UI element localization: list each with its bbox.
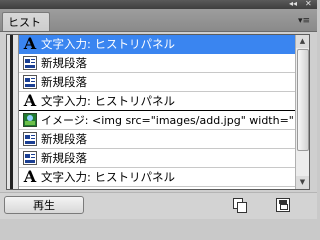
paragraph-icon — [23, 75, 37, 89]
history-item-label: 文字入力: ヒストリパネル — [41, 37, 176, 51]
panel-tab-row: ヒストリ ▾≡ — [0, 9, 317, 48]
history-slider-track[interactable] — [7, 35, 19, 189]
history-item-label: 文字入力: ヒストリパネル — [41, 170, 176, 184]
collapse-icon[interactable]: ◂◂ — [289, 0, 297, 9]
panel-menu-icon[interactable]: ▾≡ — [297, 15, 311, 27]
scroll-up-icon[interactable]: ▲ — [296, 35, 309, 48]
paragraph-icon — [23, 56, 37, 70]
history-panel: ◂◂ ✕ ヒストリ ▾≡ A 文字入力: ヒストリパネル 新規段落 新規段落 A — [0, 0, 317, 219]
type-tool-icon: A — [23, 168, 37, 186]
tab-history[interactable]: ヒストリ — [2, 12, 50, 48]
panel-title-bar: ◂◂ ✕ — [0, 0, 317, 9]
history-item-label: イメージ: <img src="images/add.jpg" width="1… — [41, 114, 297, 127]
history-slider[interactable] — [10, 35, 13, 189]
history-item[interactable]: 新規段落 — [19, 54, 297, 73]
close-icon[interactable]: ✕ — [305, 0, 312, 9]
history-item[interactable]: 新規段落 — [19, 149, 297, 168]
type-tool-icon: A — [23, 92, 37, 110]
scroll-thumb[interactable] — [297, 49, 309, 151]
history-item-label: 文字入力: ヒストリパネル — [41, 94, 176, 108]
history-item[interactable]: 新規段落 — [19, 73, 297, 92]
scroll-down-icon[interactable]: ▼ — [296, 176, 309, 189]
history-item[interactable]: A 文字入力: ヒストリパネル — [19, 92, 297, 111]
replay-button[interactable]: 再生 — [4, 196, 84, 214]
history-list[interactable]: A 文字入力: ヒストリパネル 新規段落 新規段落 A 文字入力: ヒストリパネ… — [6, 34, 310, 190]
paragraph-icon — [23, 132, 37, 146]
history-item-label: 新規段落 — [41, 75, 87, 89]
history-item-label: 新規段落 — [41, 56, 87, 70]
paragraph-icon — [23, 151, 37, 165]
copy-steps-icon[interactable] — [233, 198, 247, 213]
history-item[interactable]: A 文字入力: ヒストリパネル — [19, 35, 297, 54]
panel-footer: 再生 — [0, 192, 317, 219]
image-icon — [23, 113, 37, 127]
history-item-label: 新規段落 — [41, 132, 87, 146]
type-tool-icon: A — [23, 35, 37, 53]
history-item-label: 新規段落 — [41, 151, 87, 165]
vertical-scrollbar[interactable]: ▲ ▼ — [295, 35, 309, 189]
history-item[interactable]: A 文字入力: ヒストリパネル — [19, 168, 297, 187]
history-item[interactable]: イメージ: <img src="images/add.jpg" width="1… — [19, 111, 297, 130]
save-as-command-icon[interactable] — [276, 198, 290, 212]
history-item[interactable]: 新規段落 — [19, 130, 297, 149]
